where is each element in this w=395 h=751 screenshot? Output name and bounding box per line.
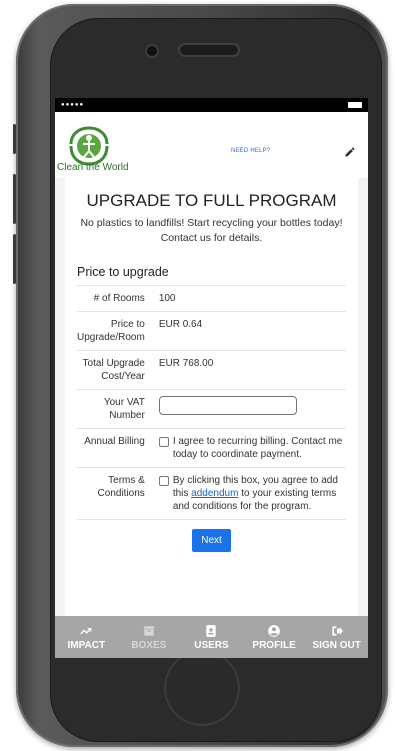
billing-text: I agree to recurring billing. Contact me… <box>172 436 343 460</box>
terms-label: Terms & Conditions <box>77 467 159 519</box>
tab-boxes[interactable]: BOXES <box>118 616 181 658</box>
pencil-icon[interactable] <box>344 146 356 158</box>
front-camera <box>147 46 157 56</box>
sign-out-icon <box>332 625 343 636</box>
terms-text: By clicking this box, you agree to add t… <box>173 474 346 513</box>
addendum-link[interactable]: addendum <box>191 488 238 499</box>
logo-text: Clean the World <box>57 162 129 173</box>
form-row-total: Total Upgrade Cost/Year EUR 768.00 <box>77 350 346 390</box>
price-per-room-value: EUR 0.64 <box>158 311 346 351</box>
total-cost-value: EUR 768.00 <box>158 350 346 390</box>
status-bar: ●●●●● <box>55 98 368 112</box>
app-screen: ●●●●● Clean the World NEED HELP? UPGRADE… <box>55 98 368 658</box>
volume-down-button <box>13 234 16 284</box>
terms-checkbox[interactable] <box>158 476 169 486</box>
rooms-label: # of Rooms <box>77 285 159 312</box>
need-help-link[interactable]: NEED HELP? <box>231 148 270 154</box>
tab-impact-label: IMPACT <box>67 639 106 651</box>
archive-box-icon <box>143 625 155 636</box>
mute-switch <box>13 124 16 154</box>
user-circle-icon <box>268 624 280 637</box>
form-row-terms: Terms & Conditions By clicking this box,… <box>77 467 346 519</box>
content-area: UPGRADE TO FULL PROGRAM No plastics to l… <box>55 178 368 630</box>
form-row-price: Price to Upgrade/Room EUR 0.64 <box>77 311 346 351</box>
section-title: Price to upgrade <box>77 265 169 279</box>
intro-text: No plastics to landfills! Start recyclin… <box>80 217 343 244</box>
total-cost-label: Total Upgrade Cost/Year <box>77 350 159 390</box>
upgrade-card: UPGRADE TO FULL PROGRAM No plastics to l… <box>65 178 358 630</box>
billing-label: Annual Billing <box>77 428 159 468</box>
tab-profile-label: PROFILE <box>252 639 296 651</box>
tab-impact[interactable]: IMPACT <box>55 616 118 658</box>
price-per-room-label: Price to Upgrade/Room <box>77 311 159 351</box>
contact-card-icon <box>206 624 217 637</box>
app-header: Clean the World NEED HELP? <box>55 112 368 178</box>
page-title: UPGRADE TO FULL PROGRAM <box>86 191 337 210</box>
trending-up-icon <box>80 627 92 634</box>
billing-checkbox[interactable] <box>158 437 169 447</box>
next-button[interactable]: Next <box>192 529 231 552</box>
home-button <box>164 650 240 726</box>
battery-icon <box>348 102 362 108</box>
form-row-billing: Annual Billing I agree to recurring bill… <box>77 428 346 468</box>
earpiece-speaker <box>180 45 238 55</box>
form-row-rooms: # of Rooms 100 <box>77 285 346 312</box>
bottom-tab-bar: IMPACT BOXES USERS PROFILE SIGN OUT <box>55 616 368 658</box>
tab-users[interactable]: USERS <box>180 616 243 658</box>
vat-number-input[interactable] <box>158 396 297 415</box>
tab-boxes-label: BOXES <box>131 639 167 651</box>
volume-up-button <box>13 174 16 224</box>
signal-indicator: ●●●●● <box>61 102 85 108</box>
vat-label: Your VAT Number <box>77 389 159 429</box>
tab-users-label: USERS <box>194 639 229 651</box>
tab-sign-out[interactable]: SIGN OUT <box>305 616 368 658</box>
form-row-vat: Your VAT Number <box>77 389 346 429</box>
tab-profile[interactable]: PROFILE <box>243 616 306 658</box>
upgrade-form: # of Rooms 100 Price to Upgrade/Room EUR… <box>77 285 346 519</box>
form-actions: Next <box>77 519 346 552</box>
rooms-value: 100 <box>158 285 346 312</box>
tab-sign-out-label: SIGN OUT <box>312 639 361 651</box>
